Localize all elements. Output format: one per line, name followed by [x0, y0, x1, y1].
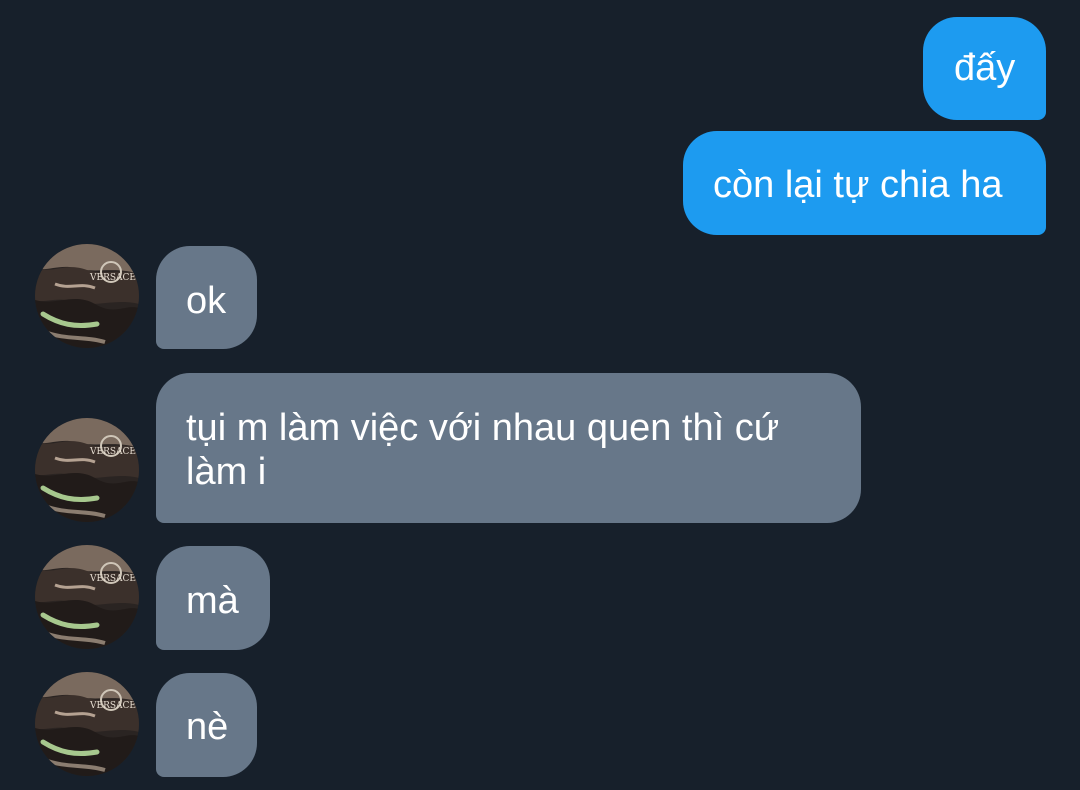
avatar[interactable]: VERSACE	[35, 418, 139, 522]
message-bubble-incoming[interactable]: ok	[156, 246, 257, 349]
user-avatar-photo-icon: VERSACE	[35, 244, 139, 348]
message-bubble-incoming[interactable]: nè	[156, 673, 257, 777]
user-avatar-photo-icon: VERSACE	[35, 672, 139, 776]
svg-text:VERSACE: VERSACE	[89, 447, 136, 457]
avatar[interactable]: VERSACE	[35, 545, 139, 649]
user-avatar-photo-icon: VERSACE	[35, 418, 139, 522]
avatar[interactable]: VERSACE	[35, 672, 139, 776]
message-bubble-incoming[interactable]: mà	[156, 546, 270, 650]
message-bubble-incoming[interactable]: tụi m làm việc với nhau quen thì cứ làm …	[156, 373, 861, 523]
svg-text:VERSACE: VERSACE	[89, 701, 136, 711]
message-bubble-outgoing[interactable]: đấy	[923, 17, 1046, 120]
avatar[interactable]: VERSACE	[35, 244, 139, 348]
svg-text:VERSACE: VERSACE	[89, 574, 136, 584]
message-bubble-outgoing[interactable]: còn lại tự chia ha	[683, 131, 1046, 235]
svg-text:VERSACE: VERSACE	[89, 273, 136, 283]
user-avatar-photo-icon: VERSACE	[35, 545, 139, 649]
